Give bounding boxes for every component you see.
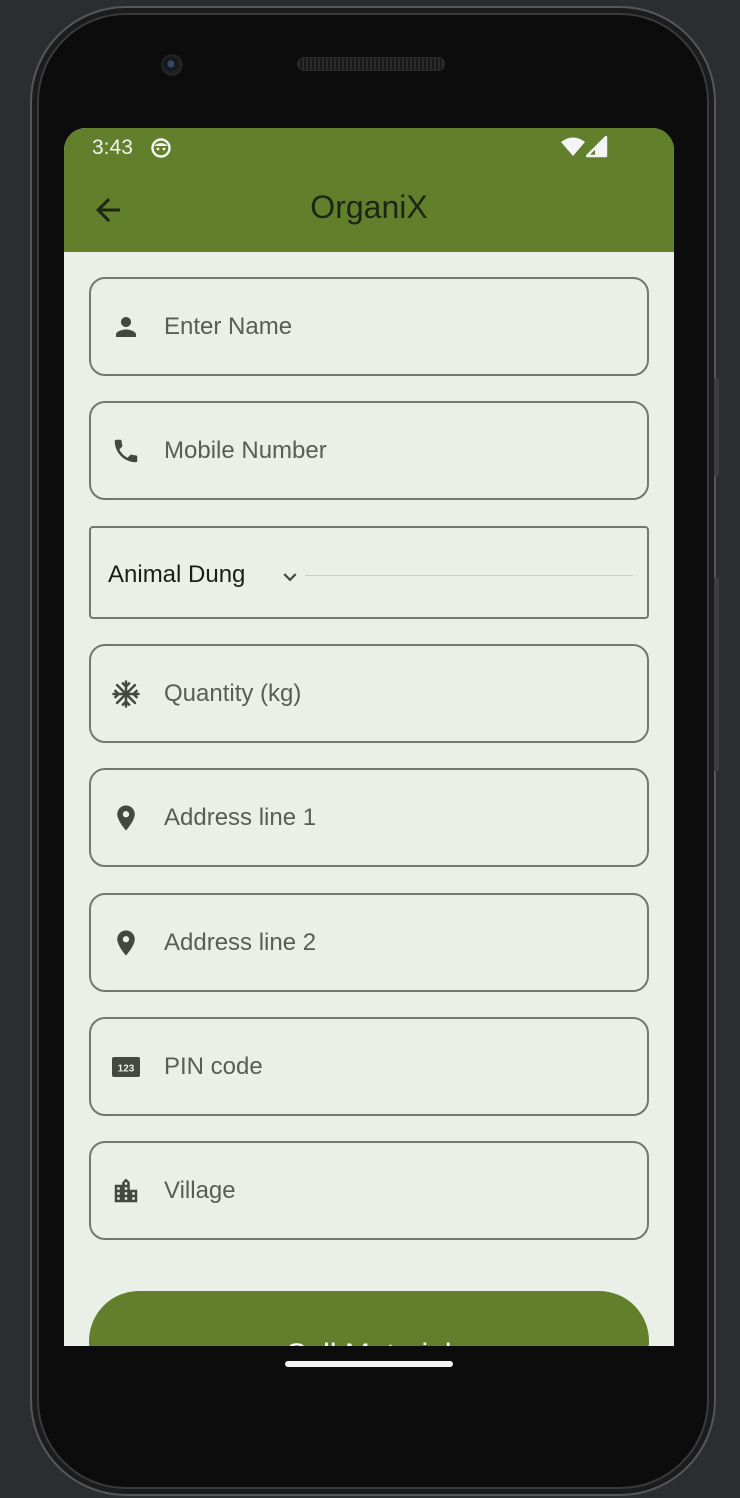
address-line-1-field[interactable]: Address line 1 — [89, 768, 649, 867]
status-time: 3:43 — [92, 136, 133, 159]
dropdown-underline — [305, 575, 633, 576]
pin-code-field[interactable]: 123 PIN code — [89, 1017, 649, 1116]
app-screen: 3:43 OrganiX Enter Name Mobile Number An… — [64, 128, 674, 1346]
volume-button — [714, 378, 719, 476]
village-placeholder: Village — [164, 1177, 236, 1204]
power-button — [714, 577, 719, 771]
quantity-placeholder: Quantity (kg) — [164, 680, 302, 707]
front-camera — [161, 54, 183, 76]
page-title: OrganiX — [310, 189, 428, 225]
mobile-field[interactable]: Mobile Number — [89, 401, 649, 500]
notification-app-icon — [151, 138, 171, 158]
earpiece-speaker — [297, 57, 445, 71]
sell-material-button[interactable]: Sell Material — [89, 1291, 649, 1346]
pin-123-icon: 123 — [112, 1057, 140, 1077]
phone-icon — [114, 439, 138, 463]
address-line-2-field[interactable]: Address line 2 — [89, 893, 649, 992]
village-field[interactable]: Village — [89, 1141, 649, 1240]
snowflake-icon — [112, 680, 140, 708]
location-pin-icon — [117, 930, 135, 956]
name-field[interactable]: Enter Name — [89, 277, 649, 376]
svg-text:123: 123 — [118, 1064, 135, 1075]
address-line-2-placeholder: Address line 2 — [164, 929, 317, 956]
mobile-placeholder: Mobile Number — [164, 437, 327, 464]
person-icon — [116, 317, 136, 337]
app-bar: 3:43 OrganiX — [64, 128, 674, 252]
material-type-dropdown[interactable]: Animal Dung — [89, 526, 649, 619]
wifi-icon — [561, 137, 585, 156]
quantity-field[interactable]: Quantity (kg) — [89, 644, 649, 743]
name-placeholder: Enter Name — [164, 313, 293, 340]
city-icon — [114, 1178, 138, 1203]
pin-code-placeholder: PIN code — [164, 1053, 263, 1080]
chevron-down-icon[interactable] — [277, 564, 303, 590]
location-pin-icon — [117, 805, 135, 831]
address-line-1-placeholder: Address line 1 — [164, 804, 317, 831]
gesture-nav-bar[interactable] — [285, 1361, 453, 1367]
signal-icon — [586, 136, 608, 158]
material-selected-value: Animal Dung — [108, 561, 246, 588]
